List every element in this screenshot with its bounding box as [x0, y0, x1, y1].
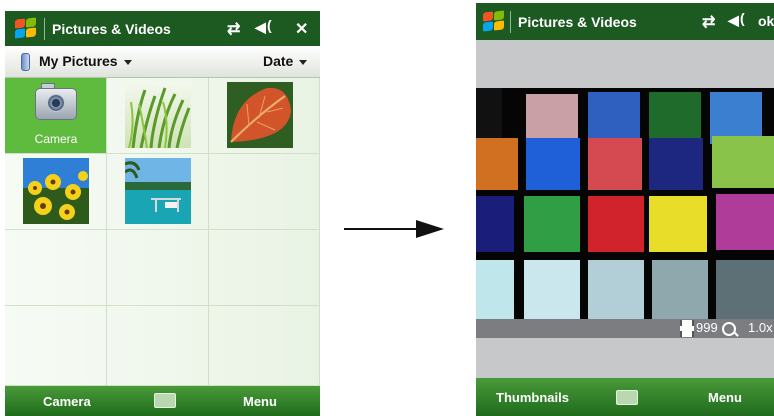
- camera-icon: [35, 88, 77, 120]
- flowers-photo: [23, 158, 89, 224]
- device-icon: [21, 53, 30, 71]
- arrow-shaft: [344, 228, 419, 230]
- connectivity-icon[interactable]: ⇄: [702, 12, 715, 32]
- title-bar: Pictures & Videos ⇄ ◀ ( ok: [476, 3, 774, 40]
- color-swatch: [524, 260, 580, 319]
- folder-bar: My Pictures Date: [5, 46, 320, 78]
- volume-wave-icon: (: [740, 10, 745, 26]
- menu-softkey[interactable]: Menu: [243, 394, 277, 409]
- keyboard-icon[interactable]: [616, 390, 638, 405]
- empty-cell: [209, 306, 320, 386]
- zoom-level: 1.0x: [748, 320, 773, 335]
- chevron-down-icon: [123, 59, 132, 65]
- color-swatch: [716, 194, 774, 250]
- color-swatch: [588, 196, 644, 252]
- beach-photo: [125, 158, 191, 224]
- color-swatch: [476, 260, 514, 319]
- empty-cell: [209, 230, 320, 306]
- close-icon[interactable]: ✕: [295, 19, 308, 39]
- title-separator: [44, 18, 45, 40]
- empty-cell: [5, 230, 107, 306]
- title-separator: [510, 11, 511, 33]
- thumbnail-grass[interactable]: [107, 78, 209, 154]
- empty-cell: [107, 306, 209, 386]
- sort-dropdown[interactable]: Date: [263, 53, 308, 69]
- shots-remaining: 999: [696, 320, 718, 335]
- color-swatch: [476, 88, 502, 140]
- color-swatch: [649, 138, 703, 190]
- arrow-right-icon: [416, 220, 444, 238]
- volume-icon[interactable]: ◀: [255, 19, 266, 36]
- color-swatch: [649, 92, 701, 144]
- thumbnail-view-screen: Pictures & Videos ⇄ ◀ ( ✕ My Pictures Da…: [5, 11, 320, 416]
- camera-preview: [476, 88, 774, 319]
- color-swatch: [526, 138, 580, 190]
- empty-cell: [107, 230, 209, 306]
- windows-start-icon[interactable]: [482, 10, 506, 34]
- color-swatch: [524, 196, 580, 252]
- color-swatch: [476, 138, 518, 190]
- thumbnail-beach[interactable]: [107, 154, 209, 230]
- app-title: Pictures & Videos: [518, 14, 637, 30]
- film-icon: [680, 320, 694, 337]
- volume-wave-icon: (: [267, 17, 272, 33]
- color-swatch: [588, 92, 640, 144]
- connectivity-icon[interactable]: ⇄: [227, 19, 240, 39]
- grass-photo: [125, 82, 191, 148]
- camera-view-screen: Pictures & Videos ⇄ ◀ ( ok 999 1.0x Thum…: [476, 3, 774, 416]
- color-swatch: [476, 196, 514, 252]
- folder-dropdown[interactable]: My Pictures: [39, 53, 132, 69]
- empty-cell: [5, 306, 107, 386]
- leaf-photo: [227, 82, 293, 148]
- app-title: Pictures & Videos: [52, 21, 171, 37]
- sort-label: Date: [263, 53, 294, 69]
- keyboard-icon[interactable]: [154, 393, 176, 408]
- thumbnail-leaf[interactable]: [209, 78, 320, 154]
- softkey-bar: Camera Menu: [5, 386, 320, 416]
- windows-start-icon[interactable]: [14, 17, 38, 41]
- menu-softkey[interactable]: Menu: [708, 390, 742, 405]
- zoom-icon[interactable]: [722, 322, 736, 336]
- ok-button[interactable]: ok: [758, 13, 774, 29]
- thumbnail-flowers[interactable]: [5, 154, 107, 230]
- color-swatch: [712, 136, 774, 188]
- camera-tile[interactable]: Camera: [5, 78, 107, 154]
- volume-icon[interactable]: ◀: [728, 12, 739, 29]
- thumbnails-softkey[interactable]: Thumbnails: [496, 390, 569, 405]
- thumbnail-grid: Camera: [5, 78, 320, 386]
- color-swatch: [716, 260, 774, 319]
- camera-softkey[interactable]: Camera: [43, 394, 91, 409]
- color-swatch: [649, 196, 707, 252]
- camera-tile-label: Camera: [34, 132, 78, 146]
- softkey-bar: Thumbnails Menu: [476, 378, 774, 416]
- folder-label: My Pictures: [39, 53, 118, 69]
- empty-cell: [209, 154, 320, 230]
- color-swatch: [588, 138, 642, 190]
- chevron-down-icon: [299, 59, 308, 65]
- color-swatch: [652, 260, 708, 319]
- color-swatch: [588, 260, 644, 319]
- title-bar: Pictures & Videos ⇄ ◀ ( ✕: [5, 11, 320, 46]
